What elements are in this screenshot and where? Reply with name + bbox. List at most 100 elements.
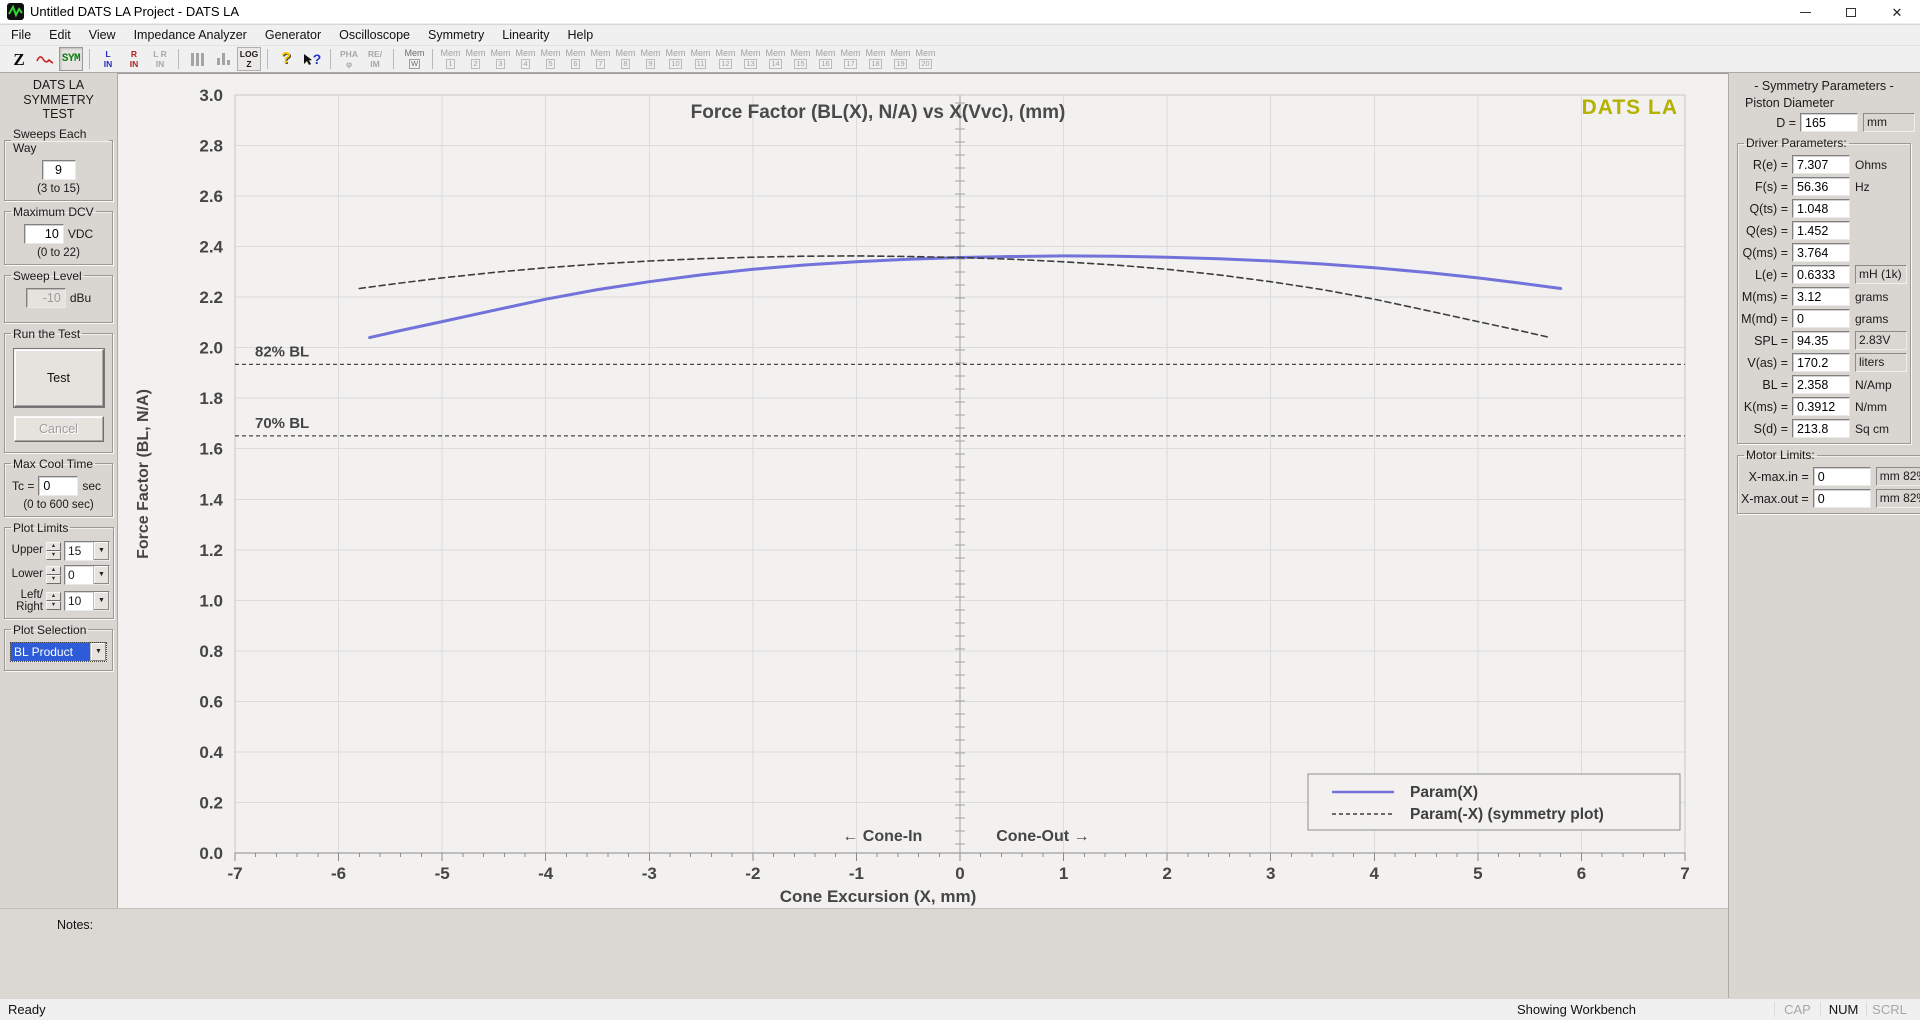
mem-19-button[interactable]: Mem19 xyxy=(888,49,913,69)
mem-18-button[interactable]: Mem18 xyxy=(863,49,888,69)
param-unit: grams xyxy=(1855,312,1907,326)
spin-down-icon[interactable]: ▼ xyxy=(46,601,61,610)
spin-up-icon[interactable]: ▲ xyxy=(46,566,61,575)
close-button[interactable]: ✕ xyxy=(1874,0,1920,24)
param-label: M(md) = xyxy=(1741,312,1792,326)
mem-7-button[interactable]: Mem7 xyxy=(588,49,613,69)
motor-limits-label: Motor Limits: xyxy=(1744,448,1817,462)
spin-up-icon[interactable]: ▲ xyxy=(46,542,61,551)
mem-20-button[interactable]: Mem20 xyxy=(913,49,938,69)
lower-combo[interactable]: 0▼ xyxy=(64,565,110,585)
mem-16-button[interactable]: Mem16 xyxy=(813,49,838,69)
chevron-down-icon[interactable]: ▼ xyxy=(93,566,109,584)
mem-15-button[interactable]: Mem15 xyxy=(788,49,813,69)
param-value-input[interactable] xyxy=(1792,419,1850,438)
minimize-button[interactable] xyxy=(1782,0,1828,24)
mem-11-button[interactable]: Mem11 xyxy=(688,49,713,69)
menu-item-edit[interactable]: Edit xyxy=(40,26,80,45)
max-dcv-input[interactable] xyxy=(24,224,64,244)
param-value-input[interactable] xyxy=(1792,397,1850,416)
param-value-input[interactable] xyxy=(1813,467,1871,486)
lr-channel-in-icon[interactable]: L RIN xyxy=(148,47,172,71)
mem-17-button[interactable]: Mem17 xyxy=(838,49,863,69)
generator-sine-icon[interactable] xyxy=(33,47,57,71)
mem-2-button[interactable]: Mem2 xyxy=(463,49,488,69)
menu-item-symmetry[interactable]: Symmetry xyxy=(419,26,493,45)
param-value-input[interactable] xyxy=(1792,375,1850,394)
mem-4-button[interactable]: Mem4 xyxy=(513,49,538,69)
log-scale-icon[interactable]: LOGZ xyxy=(237,47,261,71)
param-value-input[interactable] xyxy=(1792,287,1850,306)
mem-13-button[interactable]: Mem13 xyxy=(738,49,763,69)
menu-item-oscilloscope[interactable]: Oscilloscope xyxy=(330,26,419,45)
context-help-icon[interactable]: ? xyxy=(300,47,324,71)
menu-item-view[interactable]: View xyxy=(80,26,125,45)
spin-down-icon[interactable]: ▼ xyxy=(46,575,61,584)
param-row-q-ts: Q(ts) = xyxy=(1741,199,1907,218)
upper-label: Upper xyxy=(10,544,43,556)
symmetry-mode-icon[interactable]: SYM xyxy=(59,47,83,71)
left-right-combo[interactable]: 10▼ xyxy=(64,591,110,611)
window-title: Untitled DATS LA Project - DATS LA xyxy=(30,4,239,19)
lower-spinner[interactable]: ▲▼ xyxy=(46,566,61,584)
spin-down-icon[interactable]: ▼ xyxy=(46,551,61,560)
param-value-input[interactable] xyxy=(1792,309,1850,328)
spin-up-icon[interactable]: ▲ xyxy=(46,592,61,601)
param-row-q-es: Q(es) = xyxy=(1741,221,1907,240)
left-right-spinner[interactable]: ▲▼ xyxy=(46,592,61,610)
param-row-x-max-in: X-max.in =mm 82% xyxy=(1741,467,1920,486)
cancel-button[interactable]: Cancel xyxy=(14,416,104,442)
piston-diameter-label: Piston Diameter xyxy=(1745,96,1915,110)
chevron-down-icon[interactable]: ▼ xyxy=(93,542,109,560)
right-channel-in-icon[interactable]: RIN xyxy=(122,47,146,71)
bars-view-icon[interactable] xyxy=(185,47,209,71)
param-value-input[interactable] xyxy=(1792,331,1850,350)
histogram-view-icon[interactable] xyxy=(211,47,235,71)
svg-text:0.4: 0.4 xyxy=(199,743,223,762)
param-value-input[interactable] xyxy=(1792,265,1850,284)
mem-w-button[interactable]: MemW xyxy=(402,49,427,69)
menu-item-impedance-analyzer[interactable]: Impedance Analyzer xyxy=(125,26,256,45)
mem-14-button[interactable]: Mem14 xyxy=(763,49,788,69)
mem-3-button[interactable]: Mem3 xyxy=(488,49,513,69)
menu-item-file[interactable]: File xyxy=(2,26,40,45)
plot-selection-combo[interactable]: BL Product ▼ xyxy=(10,642,107,662)
upper-combo[interactable]: 15▼ xyxy=(64,541,110,561)
upper-spinner[interactable]: ▲▼ xyxy=(46,542,61,560)
sweep-level-input[interactable] xyxy=(26,288,66,308)
menu-item-help[interactable]: Help xyxy=(559,26,603,45)
help-about-icon[interactable]: ? xyxy=(274,47,298,71)
param-value-input[interactable] xyxy=(1792,221,1850,240)
param-value-input[interactable] xyxy=(1792,243,1850,262)
mem-6-button[interactable]: Mem6 xyxy=(563,49,588,69)
chevron-down-icon[interactable]: ▼ xyxy=(93,592,109,610)
real-imaginary-plot-icon[interactable]: RE/IM xyxy=(363,47,387,71)
left-channel-in-icon[interactable]: LIN xyxy=(96,47,120,71)
param-value-input[interactable] xyxy=(1800,113,1858,132)
menu-item-linearity[interactable]: Linearity xyxy=(493,26,558,45)
menu-item-generator[interactable]: Generator xyxy=(256,26,330,45)
cool-time-input[interactable] xyxy=(38,476,78,496)
param-value-input[interactable] xyxy=(1792,199,1850,218)
test-button[interactable]: Test xyxy=(14,349,104,407)
mem-1-button[interactable]: Mem1 xyxy=(438,49,463,69)
mem-5-button[interactable]: Mem5 xyxy=(538,49,563,69)
param-label: M(ms) = xyxy=(1741,290,1792,304)
param-value-input[interactable] xyxy=(1792,155,1850,174)
phase-plot-icon[interactable]: PHAφ xyxy=(337,47,361,71)
sweeps-input[interactable] xyxy=(42,160,76,180)
mem-8-button[interactable]: Mem8 xyxy=(613,49,638,69)
param-value-input[interactable] xyxy=(1792,177,1850,196)
param-value-input[interactable] xyxy=(1792,353,1850,372)
app-icon[interactable] xyxy=(7,3,24,20)
mem-9-button[interactable]: Mem9 xyxy=(638,49,663,69)
notes-area[interactable]: Notes: xyxy=(0,908,1728,998)
param-value-input[interactable] xyxy=(1813,489,1871,508)
toolbar-separator xyxy=(432,49,433,69)
impedance-icon[interactable]: Z xyxy=(7,47,31,71)
chevron-down-icon[interactable]: ▼ xyxy=(90,643,106,661)
mem-12-button[interactable]: Mem12 xyxy=(713,49,738,69)
mem-10-button[interactable]: Mem10 xyxy=(663,49,688,69)
maximize-button[interactable] xyxy=(1828,0,1874,24)
close-icon: ✕ xyxy=(1892,6,1903,19)
